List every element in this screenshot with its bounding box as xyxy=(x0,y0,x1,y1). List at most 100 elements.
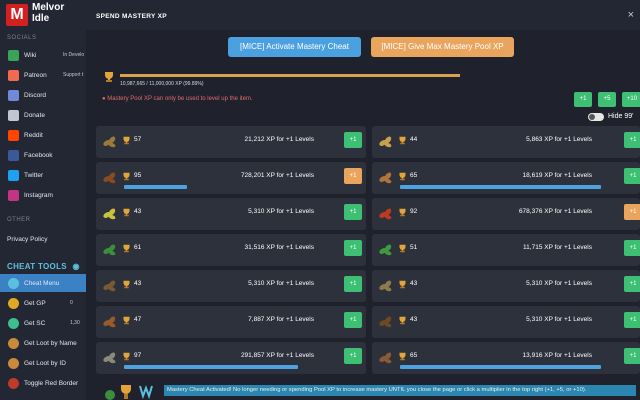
sidebar-item-get-sc[interactable]: Get SC 1,30 xyxy=(0,314,86,332)
mastery-level: 61 xyxy=(134,244,142,251)
herb-item-icon xyxy=(103,280,116,292)
herb-item-icon xyxy=(103,316,116,328)
sidebar-item-instagram[interactable]: Instagram xyxy=(0,186,86,204)
sidebar-item-facebook[interactable]: Facebook xyxy=(0,146,86,164)
mastery-level: 57 xyxy=(134,136,142,143)
herb-item-icon xyxy=(379,136,392,148)
spend-mastery-modal: SPEND MASTERY XP × [MICE] Activate Maste… xyxy=(86,0,640,400)
logo-line2: Idle xyxy=(32,13,50,24)
hide-99-toggle[interactable] xyxy=(588,113,604,121)
sidebar-item-cheat-menu[interactable]: Cheat Menu xyxy=(0,274,86,292)
sidebar-item-label: Facebook xyxy=(24,151,53,159)
level-up-button[interactable]: +1 xyxy=(624,276,640,292)
trophy-icon xyxy=(121,385,131,394)
cheat-tools-label: CHEAT TOOLS xyxy=(7,262,67,271)
level-up-button[interactable]: +1 xyxy=(624,348,640,364)
sidebar-item-extra: Support t xyxy=(63,72,84,78)
level-up-button[interactable]: +1 xyxy=(624,204,640,220)
xp-for-level-text: 13,916 XP for +1 Levels xyxy=(522,352,592,359)
herb-item-icon xyxy=(379,208,392,220)
logo-line1: Melvor xyxy=(32,2,65,13)
reddit-icon xyxy=(8,129,19,141)
sidebar: M Melvor Idle SOCIALS Wiki In Develo Patre… xyxy=(0,0,86,400)
sidebar-item-label: Reddit xyxy=(24,131,43,139)
mastery-item-card: 43 5,310 XP for +1 Levels +1 xyxy=(372,306,640,338)
cheat-logo-icon xyxy=(139,385,153,400)
socials-heading: SOCIALS xyxy=(7,35,37,41)
herb-item-icon xyxy=(379,244,392,256)
sidebar-item-toggle-red-border[interactable]: Toggle Red Border xyxy=(0,374,86,392)
multiplier-plus5-button[interactable]: +5 xyxy=(598,92,616,107)
patreon-icon xyxy=(8,69,19,81)
level-up-button[interactable]: +1 xyxy=(624,168,640,184)
donate-icon xyxy=(8,109,19,121)
level-up-button[interactable]: +1 xyxy=(344,240,362,256)
red-border-icon xyxy=(8,377,19,389)
trophy-icon xyxy=(123,208,130,217)
sidebar-item-donate[interactable]: Donate xyxy=(0,106,86,124)
trophy-icon xyxy=(399,352,406,361)
sidebar-item-get-loot-by-id[interactable]: Get Loot by ID xyxy=(0,354,86,372)
sidebar-item-label: Donate xyxy=(24,111,45,119)
level-up-button[interactable]: +1 xyxy=(344,204,362,220)
mastery-progress-bar xyxy=(124,365,299,369)
trophy-icon xyxy=(123,280,130,289)
mastery-level: 65 xyxy=(410,352,418,359)
level-up-button[interactable]: +1 xyxy=(624,132,640,148)
trophy-icon xyxy=(105,72,113,82)
mastery-item-card: 43 5,310 XP for +1 Levels +1 xyxy=(96,270,366,302)
melvor-logo[interactable]: M Melvor Idle xyxy=(4,2,84,28)
sidebar-item-label: Toggle Red Border xyxy=(24,379,79,387)
mastery-pool-text: 10,987,665 / 11,000,000 XP (99.89%) xyxy=(120,81,204,87)
close-icon[interactable]: × xyxy=(628,9,634,21)
other-heading: OTHER xyxy=(7,217,31,223)
sidebar-item-wiki[interactable]: Wiki In Develo xyxy=(0,46,86,64)
sidebar-item-get-loot-by-name[interactable]: Get Loot by Name xyxy=(0,334,86,352)
cheat-activated-toast: Mastery Cheat Activated! No longer needi… xyxy=(164,385,636,396)
activate-mastery-cheat-button[interactable]: [MICE] Activate Mastery Cheat xyxy=(228,37,361,57)
warning-icon: ● xyxy=(102,96,106,102)
level-up-button[interactable]: +1 xyxy=(624,312,640,328)
level-up-button[interactable]: +1 xyxy=(344,276,362,292)
xp-for-level-text: 5,310 XP for +1 Levels xyxy=(248,208,314,215)
level-up-button[interactable]: +1 xyxy=(624,240,640,256)
sidebar-item-label: Patreon xyxy=(24,71,47,79)
level-up-button[interactable]: +1 xyxy=(344,168,362,184)
mastery-item-card: 43 5,310 XP for +1 Levels +1 xyxy=(372,270,640,302)
mastery-level: 97 xyxy=(134,352,142,359)
twitter-icon xyxy=(8,169,19,181)
mastery-item-card: 44 5,863 XP for +1 Levels +1 xyxy=(372,126,640,158)
cheat-tools-heading: CHEAT TOOLS ◉ xyxy=(7,262,80,271)
eye-icon[interactable]: ◉ xyxy=(72,262,79,271)
sidebar-item-get-gp[interactable]: Get GP 0 xyxy=(0,294,86,312)
sidebar-item-reddit[interactable]: Reddit xyxy=(0,126,86,144)
sidebar-item-twitter[interactable]: Twitter xyxy=(0,166,86,184)
give-max-pool-xp-button[interactable]: [MICE] Give Max Mastery Pool XP xyxy=(371,37,514,57)
herb-item-icon xyxy=(103,208,116,220)
level-up-button[interactable]: +1 xyxy=(344,348,362,364)
xp-for-level-text: 7,887 XP for +1 Levels xyxy=(248,316,314,323)
sidebar-item-discord[interactable]: Discord xyxy=(0,86,86,104)
level-up-button[interactable]: +1 xyxy=(344,312,362,328)
discord-icon xyxy=(8,89,19,101)
sidebar-item-label: Instagram xyxy=(24,191,53,199)
floating-icons xyxy=(105,385,153,400)
sidebar-item-label: Wiki xyxy=(24,51,37,59)
xp-for-level-text: 18,619 XP for +1 Levels xyxy=(522,172,592,179)
trophy-icon xyxy=(123,172,130,181)
mastery-item-card: 65 18,619 XP for +1 Levels +1 xyxy=(372,162,640,194)
sidebar-item-privacy-policy[interactable]: Privacy Policy xyxy=(0,230,86,248)
pool-warning: ● Mastery Pool XP can only be used to le… xyxy=(102,96,253,102)
level-up-button[interactable]: +1 xyxy=(344,132,362,148)
trophy-icon xyxy=(399,244,406,253)
mastery-item-card: 43 5,310 XP for +1 Levels +1 xyxy=(96,198,366,230)
trophy-icon xyxy=(123,244,130,253)
xp-for-level-text: 5,863 XP for +1 Levels xyxy=(526,136,592,143)
mastery-level: 95 xyxy=(134,172,142,179)
xp-for-level-text: 5,310 XP for +1 Levels xyxy=(248,280,314,287)
mastery-item-card: 61 31,516 XP for +1 Levels +1 xyxy=(96,234,366,266)
sidebar-item-extra: In Develo xyxy=(63,52,85,58)
multiplier-plus10-button[interactable]: +10 xyxy=(622,92,640,107)
sidebar-item-patreon[interactable]: Patreon Support t xyxy=(0,66,86,84)
multiplier-plus1-button[interactable]: +1 xyxy=(574,92,592,107)
